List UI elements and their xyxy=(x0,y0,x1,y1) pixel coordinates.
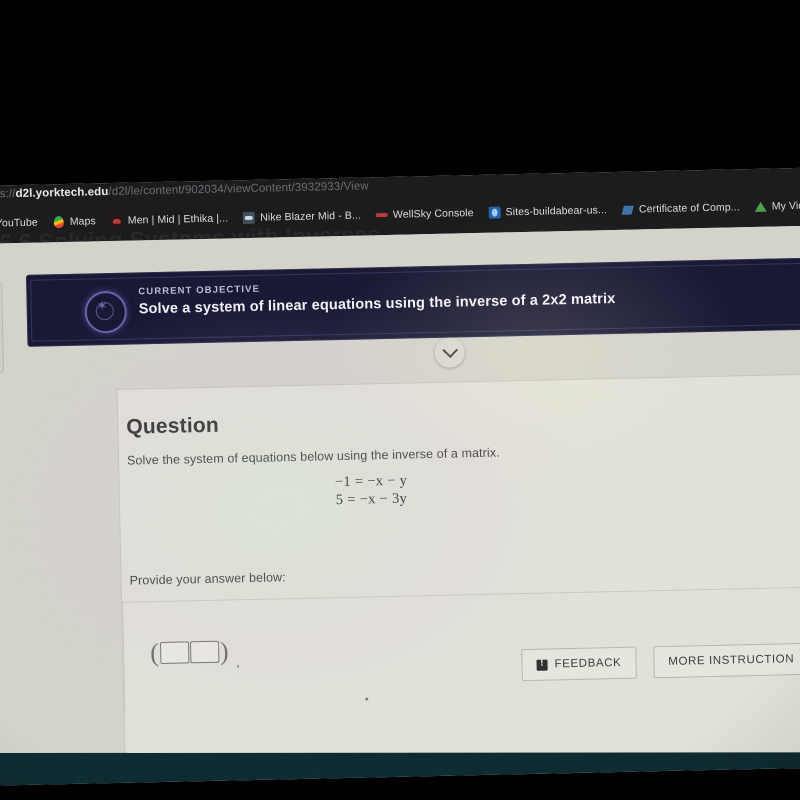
ethika-icon xyxy=(110,214,123,227)
bookmark-label: Sites-buildabear-us... xyxy=(505,204,608,219)
bookmark-label: My Videos - Animoto xyxy=(771,198,800,213)
question-prompt: Solve the system of equations below usin… xyxy=(126,445,500,468)
bookmark-label: WellSky Console xyxy=(392,207,474,221)
nike-icon xyxy=(243,211,256,225)
monitor-bottom-bezel xyxy=(0,752,800,786)
current-objective-banner: CURRENT OBJECTIVE Solve a system of line… xyxy=(25,256,800,347)
bookmark-maps[interactable]: Maps xyxy=(53,215,96,228)
page-body: CURRENT OBJECTIVE Solve a system of line… xyxy=(0,225,800,786)
google-maps-icon xyxy=(53,216,65,228)
url-host: d2l.yorktech.edu xyxy=(15,186,109,201)
feedback-icon xyxy=(536,659,548,671)
address-bar[interactable]: https://d2l.yorktech.edu/d2l/le/content/… xyxy=(0,180,369,200)
objective-collapse-button[interactable] xyxy=(434,337,466,368)
bookmark-animoto[interactable]: My Videos - Animoto xyxy=(755,198,800,213)
close-paren: ) xyxy=(219,636,229,666)
bookmark-certificate[interactable]: Certificate of Comp... xyxy=(622,201,740,216)
answer-y-input[interactable] xyxy=(189,640,220,664)
url-path: /d2l/le/content/902034/viewContent/39329… xyxy=(108,180,369,199)
pair-separator: , xyxy=(236,654,240,670)
chevron-down-icon xyxy=(441,342,458,358)
sidebar-drawer-handle[interactable] xyxy=(0,281,5,374)
monitor-screen: https://d2l.yorktech.edu/d2l/le/content/… xyxy=(0,167,800,786)
bookmark-wellsky[interactable]: WellSky Console xyxy=(376,207,474,221)
feedback-button-label: FEEDBACK xyxy=(554,656,622,671)
animoto-icon xyxy=(755,201,767,213)
photo-of-monitor: https://d2l.yorktech.edu/d2l/le/content/… xyxy=(0,0,800,800)
question-heading: Question xyxy=(126,413,220,439)
screen-speck xyxy=(365,697,369,701)
equation-system: −1 = −x − y 5 = −x − 3y xyxy=(127,467,615,514)
url-scheme: https:// xyxy=(0,188,16,201)
wellsky-icon xyxy=(376,209,388,221)
more-instruction-button[interactable]: MORE INSTRUCTION xyxy=(652,642,800,679)
feedback-button[interactable]: FEEDBACK xyxy=(521,646,637,682)
bookmark-label: YouTube xyxy=(0,216,38,230)
open-paren: ( xyxy=(149,638,160,668)
more-instruction-label: MORE INSTRUCTION xyxy=(668,653,795,668)
certificate-icon xyxy=(622,204,634,216)
question-card: Question Solve the system of equations b… xyxy=(116,372,800,786)
ordered-pair-input[interactable]: ( ) xyxy=(149,636,229,668)
bookmark-buildabear[interactable]: Sites-buildabear-us... xyxy=(488,204,607,219)
bookmark-label: Certificate of Comp... xyxy=(638,201,740,216)
answer-x-input[interactable] xyxy=(159,641,190,665)
provide-answer-label: Provide your answer below: xyxy=(129,570,286,588)
buildabear-icon xyxy=(488,206,501,219)
bookmark-label: Maps xyxy=(69,215,96,228)
